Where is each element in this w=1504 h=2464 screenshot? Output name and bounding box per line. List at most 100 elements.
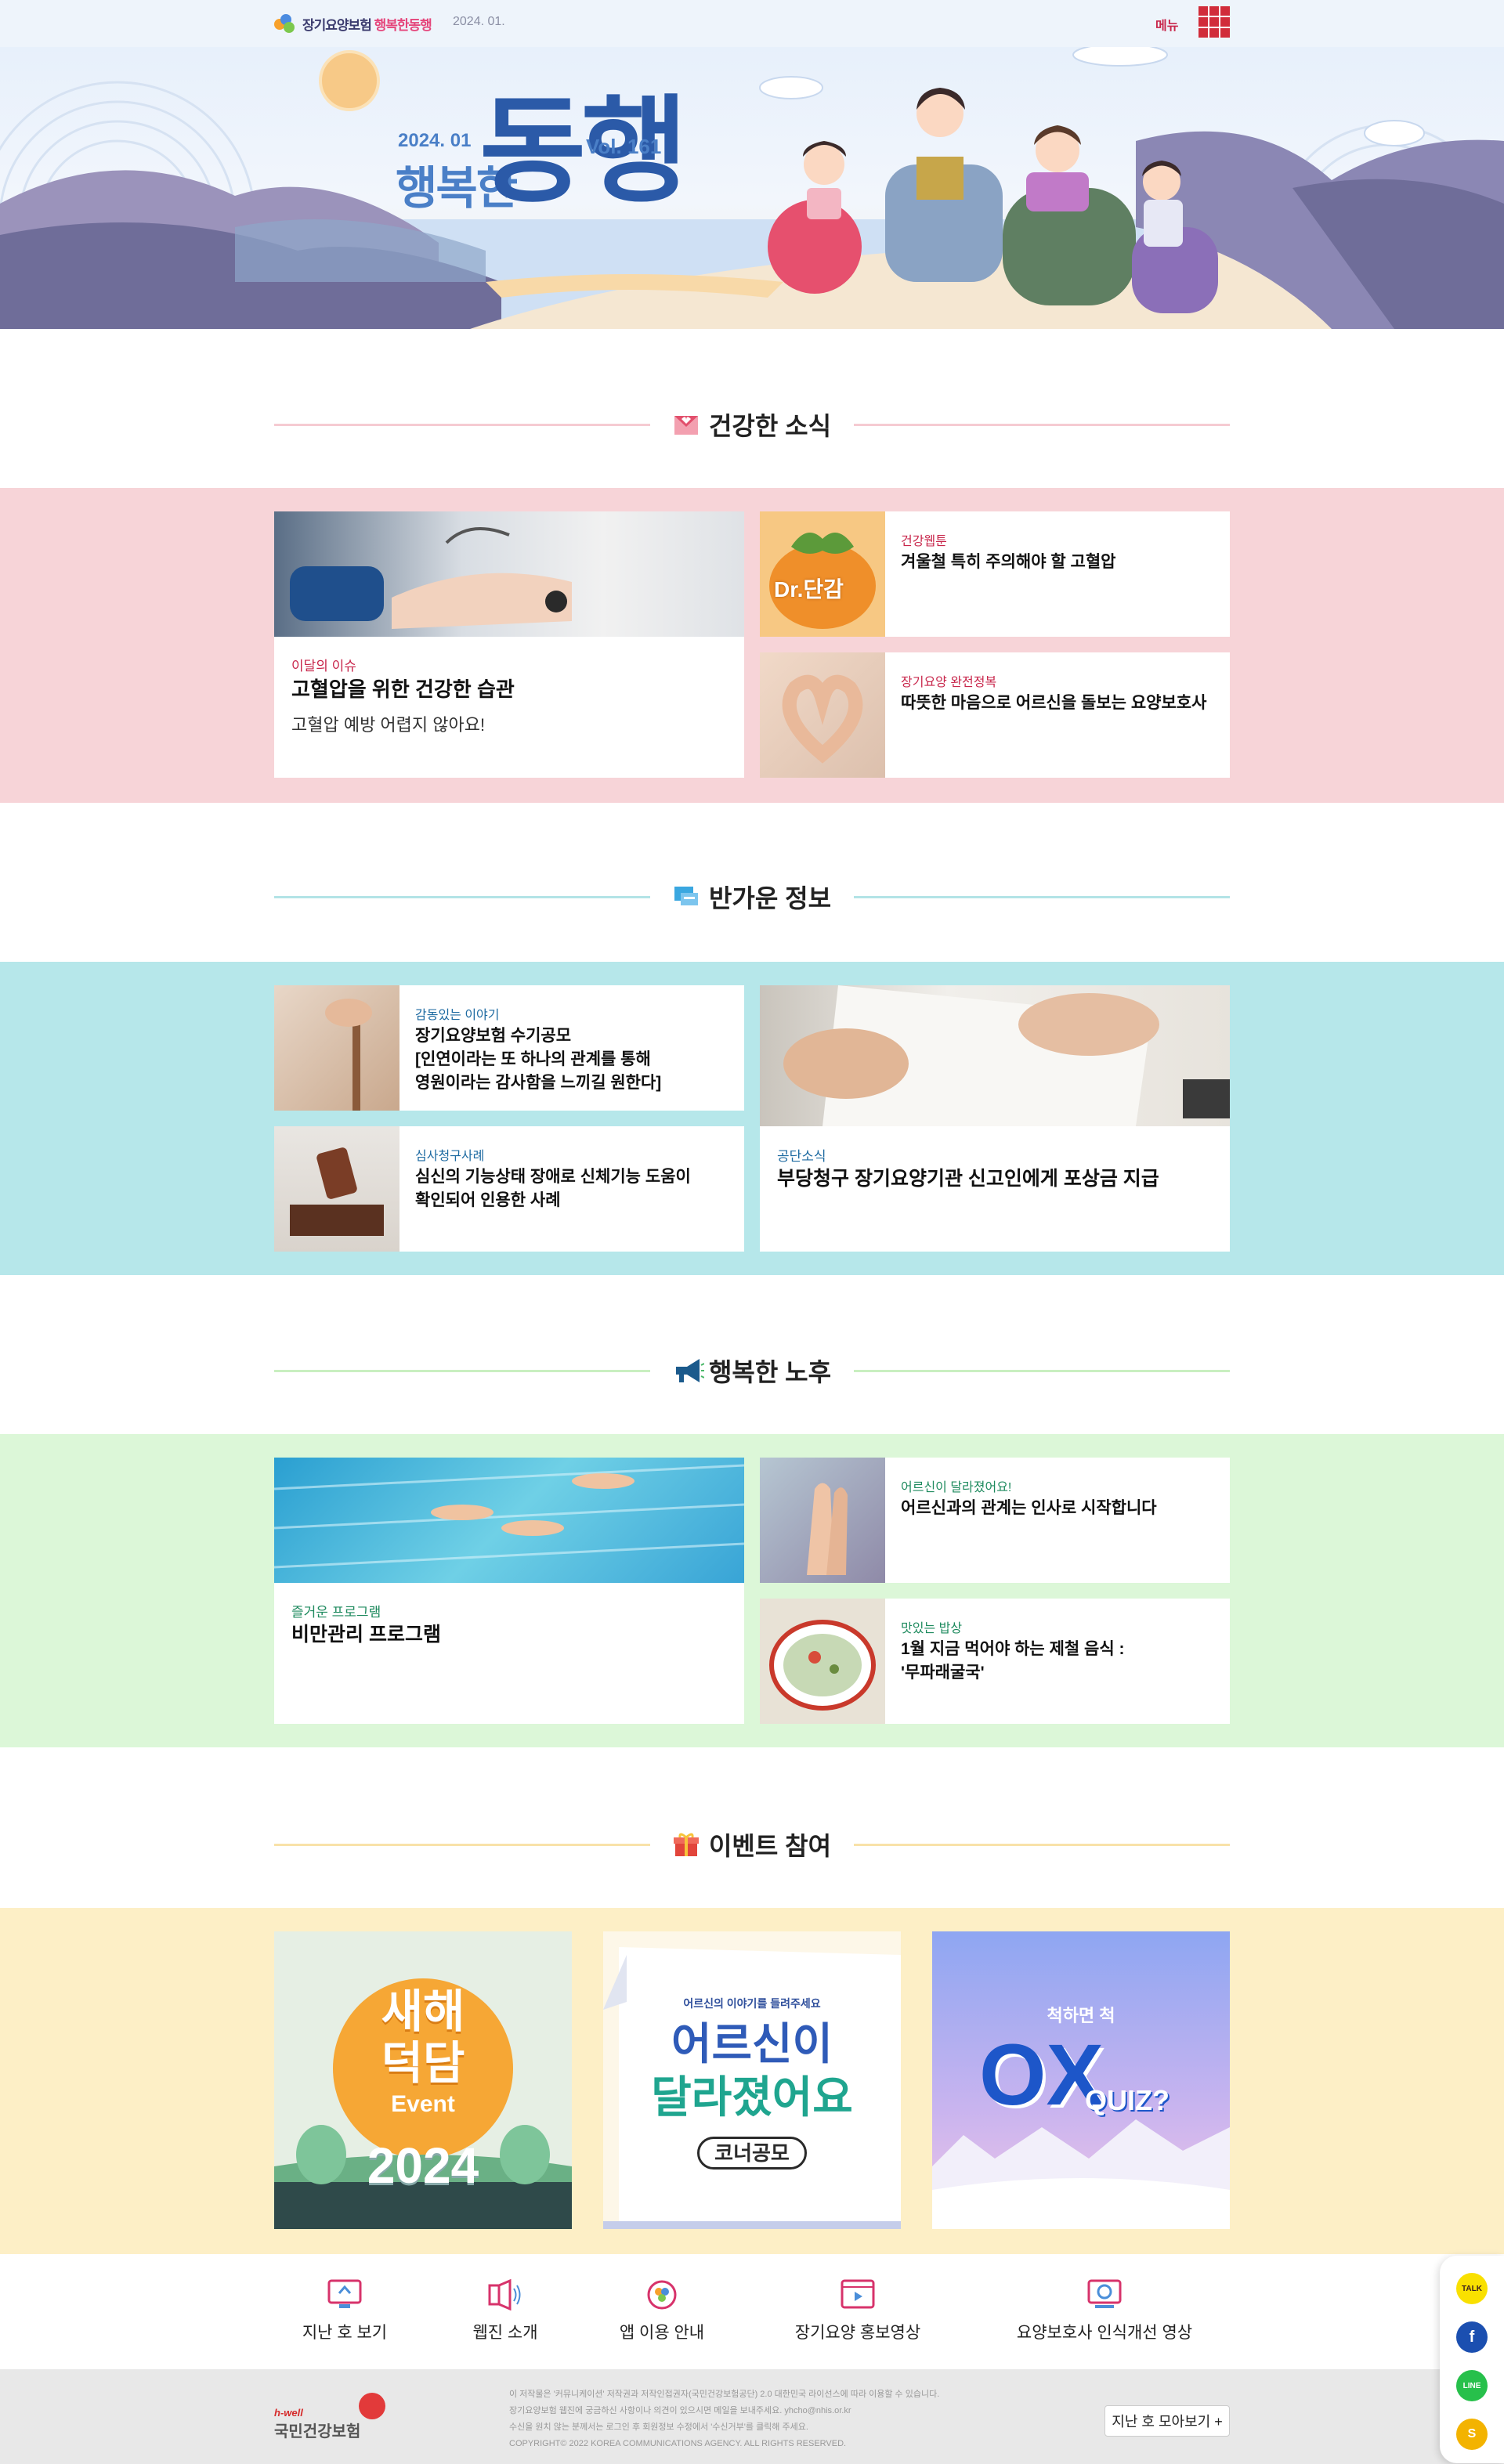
site-logo[interactable]: 장기요양보험 행복한동행	[273, 11, 432, 36]
nav-label: 장기요양 홍보영상	[794, 2324, 921, 2342]
card-seasonal-food[interactable]: 맛있는 밥상 1월 지금 먹어야 하는 제철 음식 : '무파래굴국'	[760, 1599, 1230, 1724]
nav-label: 지난 호 보기	[302, 2324, 388, 2342]
nav-label: 요양보호사 인식개선 영상	[1016, 2324, 1193, 2342]
event-newyear-banner[interactable]: 새해 덕담 Event 2024	[274, 1931, 572, 2229]
cane-hands-image	[274, 985, 400, 1111]
card-health-webtoon[interactable]: Dr.단감 건강웹툰 겨울철 특히 주의해야 할 고혈압	[760, 511, 1230, 637]
nhis-logo[interactable]: h-well 국민건강보험	[274, 2407, 360, 2441]
card-caregiver[interactable]: 장기요양 완전정복 따뜻한 마음으로 어르신을 돌보는 요양보호사	[760, 652, 1230, 778]
section-health-band	[0, 488, 1504, 803]
back-issues-button[interactable]: 지난 호 모아보기 +	[1104, 2405, 1230, 2437]
health-letter-icon	[673, 411, 700, 438]
section-retire-title: 행복한 노후	[708, 1358, 832, 1386]
card-title: 부당청구 장기요양기관 신고인에게 포상금 지급	[777, 1168, 1159, 1190]
card-subtitle: 고혈압 예방 어렵지 않아요!	[291, 715, 486, 735]
card-category: 어르신이 달라졌어요!	[901, 1481, 1012, 1494]
logo-text: 장기요양보험 행복한동행	[302, 17, 432, 33]
menu-grid-icon[interactable]	[1198, 6, 1230, 38]
event-newyear-year: 2024	[367, 2137, 479, 2194]
hero-banner: 2024. 01 행복한 동행 Vol. 161	[0, 47, 1504, 329]
menu-label[interactable]: 메뉴	[1155, 15, 1178, 34]
soup-bowl-image	[760, 1599, 885, 1724]
card-category: 공단소식	[777, 1149, 826, 1164]
play-screen-icon	[1087, 2279, 1122, 2310]
hero-illustration	[0, 47, 1504, 329]
blood-pressure-image	[274, 511, 744, 637]
footer-legal: 이 저작물은 '커뮤니케이션' 저작권과 저작인접권자(국민건강보험공단) 2.…	[509, 2390, 940, 2448]
nhis-emblem-icon	[359, 2393, 385, 2419]
top-bar: 장기요양보험 행복한동행 2024. 01. 메뉴	[0, 0, 1504, 47]
nav-label: 웹진 소개	[472, 2324, 538, 2342]
card-category: 감동있는 이야기	[415, 1009, 500, 1022]
section-health-title: 건강한 소식	[708, 412, 832, 440]
app-icon	[645, 2279, 679, 2310]
card-category: 맛있는 밥상	[901, 1622, 963, 1635]
document-signing-image	[760, 985, 1230, 1126]
card-title: 어르신과의 관계는 인사로 시작합니다	[901, 1499, 1157, 1517]
line-icon[interactable]: LINE	[1456, 2370, 1488, 2401]
chat-bubbles-icon	[673, 883, 700, 910]
card-category: 즐거운 프로그램	[291, 1605, 381, 1620]
section-retire-header: 행복한 노후	[274, 1353, 1230, 1387]
card-category: 심사청구사례	[415, 1150, 485, 1163]
event-newyear-subtitle: Event	[391, 2091, 455, 2117]
high-five-image	[760, 1458, 885, 1583]
event-contest-label: 코너공모	[697, 2137, 807, 2170]
card-category: 이달의 이슈	[291, 659, 356, 674]
event-contest-banner[interactable]: 어르신의 이야기를 들려주세요 어르신이 달라졌어요 코너공모	[603, 1931, 901, 2229]
nav-past-issues[interactable]: 지난 호 보기	[290, 2279, 400, 2343]
card-title: 비만관리 프로그램	[291, 1624, 441, 1646]
section-info-band	[0, 962, 1504, 1275]
speaker-icon	[488, 2278, 522, 2311]
event-ox-quiz-banner[interactable]: 척하면 척 OX QUIZ?	[932, 1931, 1230, 2229]
hero-date: 2024. 01	[398, 130, 472, 151]
nav-label: 앱 이용 안내	[619, 2324, 705, 2342]
card-title: 장기요양보험 수기공모 [인연이라는 또 하나의 관계를 통해 영원이라는 감사…	[415, 1027, 662, 1092]
brand-small: h-well	[274, 2407, 303, 2419]
gavel-image	[274, 1126, 400, 1252]
section-info-header: 반가운 정보	[274, 879, 1230, 913]
footer: h-well 국민건강보험 이 저작물은 '커뮤니케이션' 저작권과 저작인접권…	[0, 2369, 1504, 2464]
section-health-header: 건강한 소식	[274, 406, 1230, 441]
card-reward-news[interactable]: 공단소식 부당청구 장기요양기관 신고인에게 포상금 지급	[760, 985, 1230, 1252]
card-category: 장기요양 완전정복	[901, 676, 997, 689]
share-bar: TALK f LINE S	[1440, 2256, 1504, 2463]
section-retire-band	[0, 1434, 1504, 1747]
gift-icon	[673, 1831, 700, 1858]
monitor-icon	[327, 2279, 362, 2310]
card-elder-changed[interactable]: 어르신이 달라졌어요! 어르신과의 관계는 인사로 시작합니다	[760, 1458, 1230, 1583]
event-newyear-title: 새해 덕담	[381, 1986, 465, 2089]
card-moving-story[interactable]: 감동있는 이야기 장기요양보험 수기공모 [인연이라는 또 하나의 관계를 통해…	[274, 985, 744, 1111]
card-title: 1월 지금 먹어야 하는 제철 음식 : '무파래굴국'	[901, 1640, 1125, 1682]
bottom-nav: 지난 호 보기 웹진 소개 앱 이용 안내 장기요양 홍보영상 요양보호사 인식…	[0, 2256, 1504, 2365]
event-contest-top: 어르신의 이야기를 들려주세요	[683, 1997, 821, 2010]
megaphone-icon	[673, 1357, 705, 1384]
nav-caregiver-video[interactable]: 요양보호사 인식개선 영상	[995, 2279, 1214, 2343]
heart-hands-image	[760, 652, 885, 778]
card-review-case[interactable]: 심사청구사례 심신의 기능상태 장애로 신체기능 도움이 확인되어 인용한 사례	[274, 1126, 744, 1252]
event-quiz-label: QUIZ?	[1085, 2084, 1170, 2116]
event-quiz-top: 척하면 척	[1047, 2006, 1115, 2025]
hero-volume: Vol. 161	[586, 135, 662, 158]
swimming-pool-image	[274, 1458, 744, 1583]
section-event-title: 이벤트 참여	[708, 1832, 832, 1860]
card-title: 겨울철 특히 주의해야 할 고혈압	[901, 553, 1116, 571]
card-title: 따뜻한 마음으로 어르신을 돌보는 요양보호사	[901, 694, 1207, 712]
kakaostory-icon[interactable]: S	[1456, 2419, 1488, 2450]
card-category: 건강웹툰	[901, 535, 947, 548]
card-issue-hypertension[interactable]: 이달의 이슈 고혈압을 위한 건강한 습관 고혈압 예방 어렵지 않아요!	[274, 511, 744, 778]
facebook-icon[interactable]: f	[1456, 2321, 1488, 2353]
kakaotalk-icon[interactable]: TALK	[1456, 2273, 1488, 2304]
nav-app-guide[interactable]: 앱 이용 안내	[611, 2279, 713, 2343]
issue-date: 2024. 01.	[453, 15, 505, 28]
brand-name: 국민건강보험	[274, 2423, 361, 2441]
section-info-title: 반가운 정보	[708, 884, 832, 912]
section-event-header: 이벤트 참여	[274, 1826, 1230, 1861]
logo-mark-icon	[273, 13, 296, 34]
event-contest-title: 어르신이 달라졌어요	[651, 2019, 853, 2122]
nav-promo-video[interactable]: 장기요양 홍보영상	[748, 2279, 967, 2343]
dr-dangam-image: Dr.단감	[760, 511, 885, 637]
card-obesity-program[interactable]: 즐거운 프로그램 비만관리 프로그램	[274, 1458, 744, 1724]
nav-webzine-intro[interactable]: 웹진 소개	[454, 2278, 556, 2343]
card-title: 심신의 기능상태 장애로 신체기능 도움이 확인되어 인용한 사례	[415, 1168, 691, 1209]
